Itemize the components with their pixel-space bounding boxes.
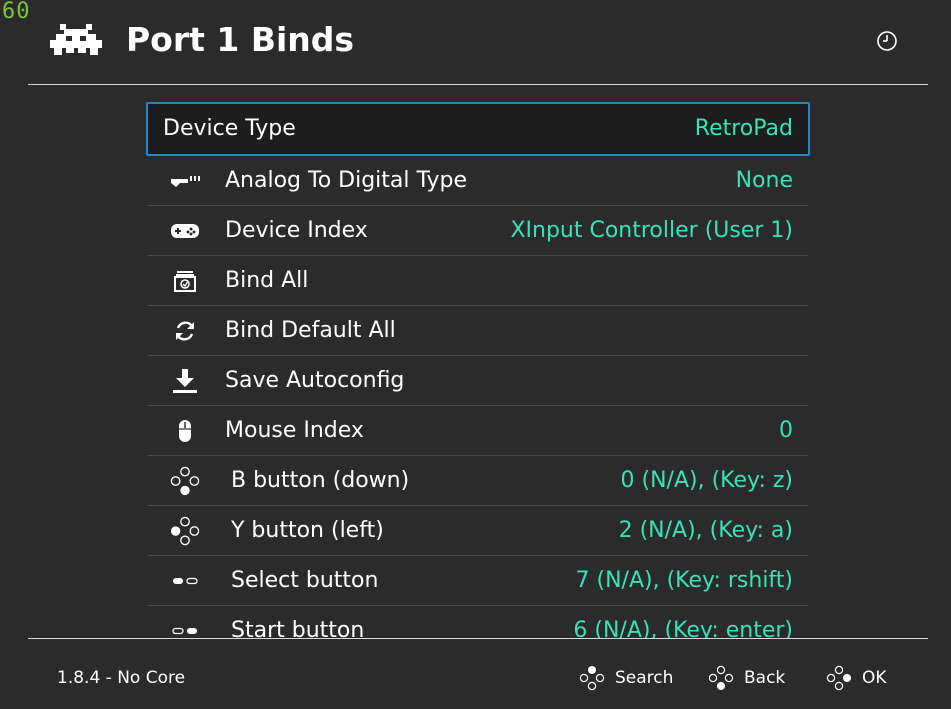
face-button-down-icon: [170, 466, 200, 496]
list-item-label: Start button: [231, 618, 365, 638]
list-item-save-autoconfig[interactable]: Save Autoconfig: [148, 356, 808, 406]
list-item-value: None: [735, 168, 793, 193]
list-item-bind-all[interactable]: Bind All: [148, 256, 808, 306]
list-item-analog-to-digital-type[interactable]: Analog To Digital Type None: [148, 156, 808, 206]
list-item-y-button[interactable]: Y button (left) 2 (N/A), (Key: a): [148, 506, 808, 556]
analog-to-digital-icon: [170, 168, 200, 194]
back-button-label: Back: [744, 668, 786, 688]
list-item-value: 7 (N/A), (Key: rshift): [575, 568, 793, 593]
mouse-icon: [170, 418, 200, 444]
list-item-bind-default-all[interactable]: Bind Default All: [148, 306, 808, 356]
list-item-value: 2 (N/A), (Key: a): [618, 518, 793, 543]
list-item-value: XInput Controller (User 1): [510, 218, 793, 243]
list-item-value: 0 (N/A), (Key: z): [620, 468, 793, 493]
bind-all-icon: [170, 268, 200, 294]
download-icon: [170, 368, 200, 394]
footer: 1.8.4 - No Core Search Back OK: [0, 639, 951, 709]
face-button-top-icon: [579, 666, 605, 691]
list-item-label: Bind Default All: [225, 318, 396, 343]
list-item-label: Save Autoconfig: [225, 368, 405, 393]
select-button-icon: [170, 568, 200, 594]
ok-button[interactable]: OK: [826, 665, 887, 691]
search-button-label: Search: [615, 668, 674, 688]
start-button-icon: [170, 618, 200, 638]
list-item-start-button[interactable]: Start button 6 (N/A), (Key: enter): [148, 606, 808, 638]
reload-icon: [170, 318, 200, 344]
face-button-left-icon: [170, 516, 200, 546]
binds-list[interactable]: Device Type RetroPad Analog To Digital T…: [0, 85, 951, 638]
face-button-down-icon: [708, 665, 734, 690]
list-item-value: 6 (N/A), (Key: enter): [573, 618, 793, 638]
list-item-value: RetroPad: [694, 116, 793, 141]
list-item-device-type[interactable]: Device Type RetroPad: [146, 102, 810, 156]
clock-icon: [877, 31, 897, 51]
list-item-b-button[interactable]: B button (down) 0 (N/A), (Key: z): [148, 456, 808, 506]
ok-button-label: OK: [862, 668, 887, 688]
back-button[interactable]: Back: [708, 665, 785, 691]
list-item-label: Device Type: [163, 116, 296, 141]
list-item-device-index[interactable]: Device Index XInput Controller (User 1): [148, 206, 808, 256]
retroarch-logo-icon: [50, 24, 102, 55]
gamepad-icon: [170, 218, 200, 244]
list-item-select-button[interactable]: Select button 7 (N/A), (Key: rshift): [148, 556, 808, 606]
page-title: Port 1 Binds: [126, 20, 355, 59]
list-item-label: Device Index: [225, 218, 368, 243]
list-item-label: Mouse Index: [225, 418, 364, 443]
list-item-label: Y button (left): [231, 518, 384, 543]
list-item-label: Analog To Digital Type: [225, 168, 468, 193]
list-item-label: B button (down): [231, 468, 410, 493]
list-item-label: Bind All: [225, 268, 309, 293]
search-button[interactable]: Search: [579, 665, 673, 691]
header: Port 1 Binds: [0, 0, 951, 84]
list-item-label: Select button: [231, 568, 379, 593]
version-label: 1.8.4 - No Core: [57, 668, 186, 688]
face-button-right-icon: [826, 665, 851, 691]
list-item-mouse-index[interactable]: Mouse Index 0: [148, 406, 808, 456]
list-item-value: 0: [779, 418, 793, 443]
